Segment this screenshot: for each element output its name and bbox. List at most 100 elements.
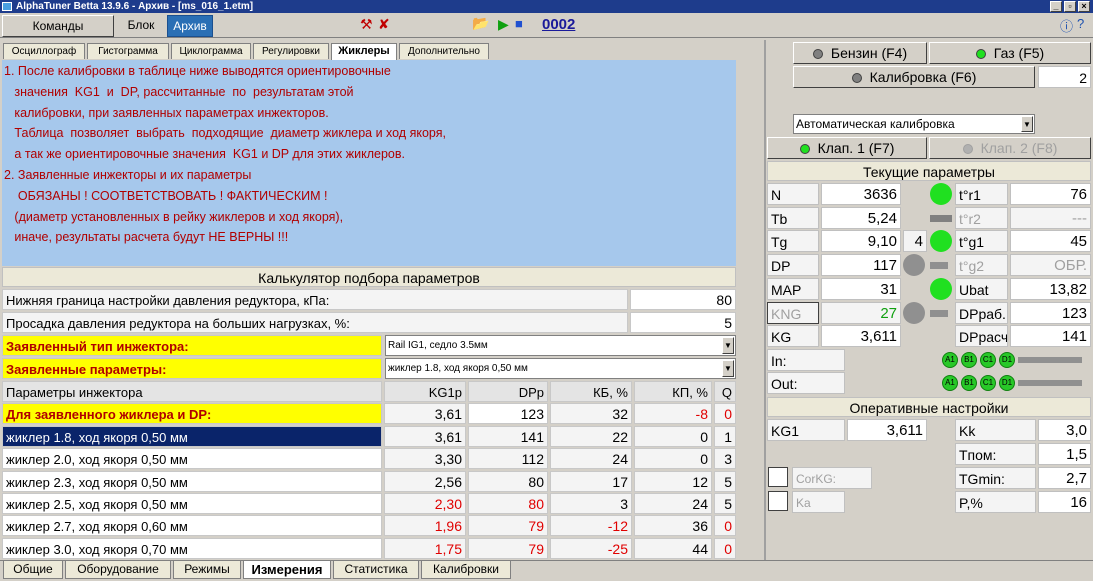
kb-value: -12 xyxy=(550,515,632,537)
tab-histogram[interactable]: Гистограмма xyxy=(87,43,169,59)
param-value-tb: 5,24 xyxy=(821,206,901,229)
calibration-mode-select[interactable]: Автоматическая калибровка ▼ xyxy=(793,114,1035,134)
ka-checkbox[interactable] xyxy=(768,491,788,511)
valve2-button[interactable]: Клап. 2 (F8) xyxy=(929,137,1091,159)
q-value: 0 xyxy=(714,515,736,537)
kg1-input[interactable]: 3,611 xyxy=(847,419,927,441)
tab-statistics[interactable]: Статистика xyxy=(333,561,419,579)
valve1-button[interactable]: Клап. 1 (F7) xyxy=(767,137,927,159)
title-bar: AlphaTuner Betta 13.9.6 - Архив - [ms_01… xyxy=(0,0,1093,13)
record-counter[interactable]: 0002 xyxy=(542,16,575,33)
disconnect-x-icon[interactable]: ✘ xyxy=(378,16,390,33)
param-value-right: 45 xyxy=(1010,230,1091,253)
calibration-led-icon xyxy=(851,73,862,83)
kg1-value: 2,30 xyxy=(384,492,466,514)
close-button[interactable]: × xyxy=(1078,1,1090,12)
window-title: AlphaTuner Betta 13.9.6 - Архив - [ms_01… xyxy=(16,1,254,12)
param-label-right: t°r2 xyxy=(955,206,1008,229)
kg1-value: 3,61 xyxy=(384,426,466,447)
param-label-map: MAP xyxy=(767,277,819,300)
declared-dp-input[interactable]: 123 xyxy=(468,403,548,424)
table-row[interactable]: жиклер 2.0, ход якоря 0,50 мм 3,30 112 24 0 3 xyxy=(2,448,736,470)
restore-button[interactable]: ▫ xyxy=(1064,1,1076,12)
info-icon[interactable]: ⓘ xyxy=(1060,16,1073,35)
open-folder-icon[interactable]: 📂 xyxy=(472,15,489,32)
param-label-right: t°g1 xyxy=(955,230,1008,253)
block-button[interactable]: Блок xyxy=(116,15,166,37)
table-row[interactable]: жиклер 2.7, ход якоря 0,60 мм 1,96 79 -12 36… xyxy=(2,515,736,537)
dropdown-arrow-icon[interactable]: ▼ xyxy=(1021,116,1033,132)
status-led-icon xyxy=(930,183,952,205)
q-value: 1 xyxy=(714,426,736,447)
p-input[interactable]: 16 xyxy=(1038,491,1091,513)
valve2-label: Клап. 2 (F8) xyxy=(980,140,1058,156)
param-value-right: ОБР. xyxy=(1010,254,1091,277)
declared-params-select[interactable]: жиклер 1.8, ход якоря 0,50 мм ▼ xyxy=(385,358,736,379)
io-inactive-icon xyxy=(1018,357,1034,363)
info-panel: 1. После калибровки в таблице ниже вывод… xyxy=(2,60,736,266)
tab-calibrations[interactable]: Калибровки xyxy=(421,561,511,579)
info-line: 2. Заявленные инжекторы и их параметры xyxy=(4,167,252,182)
io-inactive-icon xyxy=(1018,380,1034,386)
dropdown-arrow-icon[interactable]: ▼ xyxy=(722,360,734,377)
info-line: 1. После калибровки в таблице ниже вывод… xyxy=(4,64,391,78)
dropdown-arrow-icon[interactable]: ▼ xyxy=(722,337,734,354)
param-value-right: 13,82 xyxy=(1010,277,1091,300)
table-row[interactable]: жиклер 2.3, ход якоря 0,50 мм 2,56 80 17 12 5 xyxy=(2,470,736,493)
tab-jets[interactable]: Жиклеры xyxy=(331,43,397,60)
kk-input[interactable]: 3,0 xyxy=(1038,419,1091,441)
tab-adjustments[interactable]: Регулировки xyxy=(253,43,329,59)
in-label: In: xyxy=(767,349,845,371)
lower-bound-input[interactable]: 80 xyxy=(630,289,736,310)
calibration-number[interactable]: 2 xyxy=(1038,66,1091,88)
archive-button[interactable]: Архив xyxy=(167,15,213,37)
calibration-button[interactable]: Калибровка (F6) xyxy=(793,66,1035,88)
tpom-input[interactable]: 1,5 xyxy=(1038,443,1091,465)
tab-modes[interactable]: Режимы xyxy=(173,561,241,579)
param-label-kg: KG xyxy=(767,325,819,348)
jet-label: жиклер 2.3, ход якоря 0,50 мм xyxy=(2,470,382,492)
tab-additional[interactable]: Дополнительно xyxy=(399,43,489,59)
kg1-value: 1,75 xyxy=(384,537,466,559)
status-led-icon xyxy=(930,277,952,300)
petrol-button[interactable]: Бензин (F4) xyxy=(793,42,927,64)
valve2-led-icon xyxy=(962,144,973,154)
help-icon[interactable]: ? xyxy=(1077,16,1084,31)
info-line: ОБЯЗАНЫ ! СООТВЕТСТВОВАТЬ ! ФАКТИЧЕСКИМ … xyxy=(4,188,328,203)
declared-params-label: Заявленные параметры: xyxy=(2,358,382,379)
table-row[interactable]: жиклер 1.8, ход якоря 0,50 мм 3,61 141 22 0 1 xyxy=(2,426,736,448)
commands-button[interactable]: Команды xyxy=(2,15,114,37)
param-value-map: 31 xyxy=(821,277,901,300)
tab-measurements[interactable]: Измерения xyxy=(243,561,331,579)
disconnect-icon[interactable]: ⚒ xyxy=(360,16,373,33)
kg1-value: 2,56 xyxy=(384,470,466,492)
play-icon[interactable]: ▶ xyxy=(498,16,509,33)
table-row[interactable]: жиклер 2.5, ход якоря 0,50 мм 2,30 80 3 24 5 xyxy=(2,492,736,515)
declared-kp: -8 xyxy=(634,403,712,424)
corkg-checkbox[interactable] xyxy=(768,467,788,487)
stop-icon[interactable]: ■ xyxy=(515,16,523,31)
tgmin-input[interactable]: 2,7 xyxy=(1038,467,1091,489)
info-line: значения KG1 и DP, рассчитанные по резул… xyxy=(4,84,354,99)
injector-type-label: Заявленный тип инжектора: xyxy=(2,335,382,356)
tab-equipment[interactable]: Оборудование xyxy=(65,561,171,579)
param-label-right: DPрасч xyxy=(955,325,1008,348)
param-label-right: t°r1 xyxy=(955,183,1008,205)
corkg-label: CorKG: xyxy=(792,467,872,489)
declared-q: 0 xyxy=(714,403,736,424)
pressure-drop-input[interactable]: 5 xyxy=(630,312,736,333)
tab-cyclogram[interactable]: Циклограмма xyxy=(171,43,251,59)
param-value-right: 76 xyxy=(1010,183,1091,205)
minimize-button[interactable]: _ xyxy=(1050,1,1062,12)
table-row[interactable]: жиклер 3.0, ход якоря 0,70 мм 1,75 79 -25 44… xyxy=(2,537,736,560)
col-header-kb: КБ, % xyxy=(550,381,632,402)
injector-type-select[interactable]: Rail IG1, седло 3.5мм ▼ xyxy=(385,335,736,356)
tab-general[interactable]: Общие xyxy=(3,561,63,579)
gas-button[interactable]: Газ (F5) xyxy=(929,42,1091,64)
operative-settings-title: Оперативные настройки xyxy=(767,397,1091,417)
pressure-drop-row: Просадка давления редуктора на больших н… xyxy=(2,312,736,334)
tab-oscillograph[interactable]: Осциллограф xyxy=(3,43,85,59)
param-label-right: t°g2 xyxy=(955,254,1008,277)
dp-value: 141 xyxy=(468,426,548,447)
info-line: (диаметр установленных в рейку жиклеров … xyxy=(4,209,344,224)
